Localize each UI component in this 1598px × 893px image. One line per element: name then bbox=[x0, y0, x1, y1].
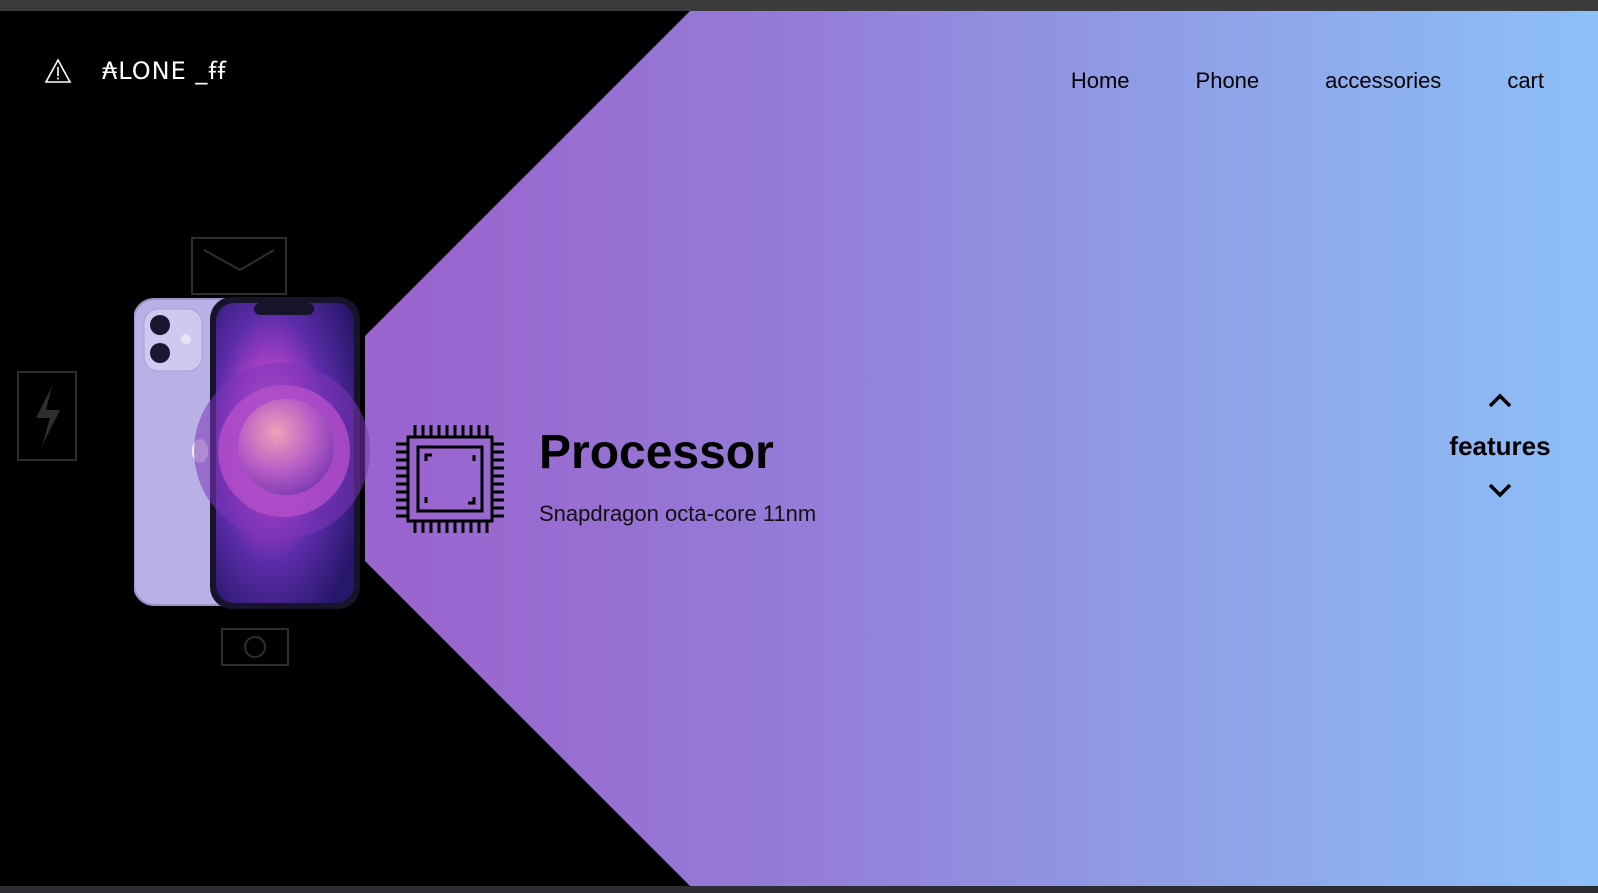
camera-ghost-icon bbox=[221, 628, 289, 666]
window-bottom-bar bbox=[0, 886, 1598, 893]
brand[interactable]: ₳LONE _ꞙꞙ bbox=[44, 54, 226, 87]
nav-cart[interactable]: cart bbox=[1507, 68, 1544, 94]
chevron-up-icon[interactable] bbox=[1486, 391, 1514, 411]
brand-logo-text: ₳LONE _ꞙꞙ bbox=[102, 57, 227, 85]
phone-image bbox=[133, 291, 370, 611]
features-label: features bbox=[1449, 431, 1551, 461]
display-ghost-icon bbox=[191, 237, 287, 295]
warning-icon bbox=[44, 57, 72, 83]
main-nav: Home Phone accessories cart bbox=[1005, 68, 1544, 94]
feature-title: Processor bbox=[539, 426, 774, 479]
nav-home[interactable]: Home bbox=[1071, 68, 1130, 94]
chevron-down-icon[interactable] bbox=[1486, 480, 1514, 500]
feature-description: Snapdragon octa-core 11nm bbox=[539, 501, 817, 526]
hero-section: ₳LONE _ꞙꞙ Home Phone accessories cart Pr… bbox=[0, 11, 1598, 886]
features-navigator: features bbox=[1440, 391, 1560, 500]
nav-phone[interactable]: Phone bbox=[1196, 68, 1260, 94]
cpu-icon bbox=[396, 425, 504, 533]
window-top-bar bbox=[0, 0, 1598, 11]
nav-accessories[interactable]: accessories bbox=[1325, 68, 1441, 94]
battery-ghost-icon bbox=[17, 371, 77, 461]
